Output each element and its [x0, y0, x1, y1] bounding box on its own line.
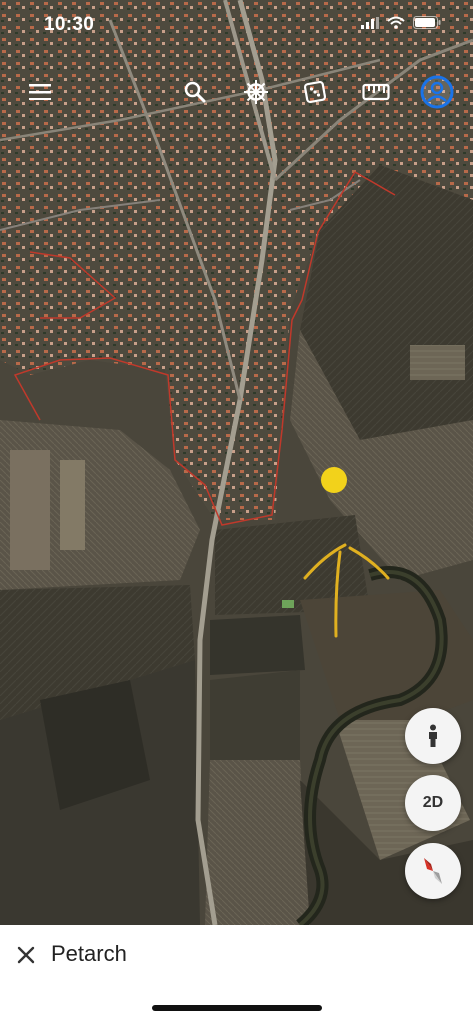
home-indicator[interactable]: [152, 1005, 322, 1011]
mode-label: 2D: [422, 794, 444, 811]
battery-icon: [413, 16, 441, 29]
menu-button[interactable]: [20, 72, 60, 112]
status-time: 10:30: [44, 14, 95, 35]
close-icon: [17, 946, 35, 964]
compass-icon: [424, 858, 442, 884]
person-icon: [429, 724, 437, 747]
menu-icon: [29, 84, 51, 100]
dice-icon: [303, 80, 327, 104]
toggle-2d-button[interactable]: 2D: [405, 775, 461, 831]
compass-button[interactable]: [405, 843, 461, 899]
measure-button[interactable]: [356, 72, 396, 112]
satellite-map[interactable]: [0, 0, 473, 925]
status-icons: [361, 16, 441, 29]
map-toolbar: [0, 72, 473, 112]
ruler-icon: [362, 83, 390, 101]
account-button[interactable]: [417, 72, 457, 112]
signal-icon: [361, 16, 379, 29]
close-button[interactable]: [12, 941, 40, 969]
wifi-icon: [387, 16, 405, 29]
random-place-button[interactable]: [295, 72, 335, 112]
search-button[interactable]: [175, 72, 215, 112]
search-icon: [184, 81, 206, 103]
voyager-button[interactable]: [236, 72, 276, 112]
map-imagery: [0, 0, 473, 925]
street-view-button[interactable]: [405, 708, 461, 764]
account-icon: [420, 75, 454, 109]
status-bar: 10:30: [0, 0, 473, 52]
place-title: Petarch: [51, 941, 127, 966]
ship-wheel-icon: [244, 80, 268, 104]
